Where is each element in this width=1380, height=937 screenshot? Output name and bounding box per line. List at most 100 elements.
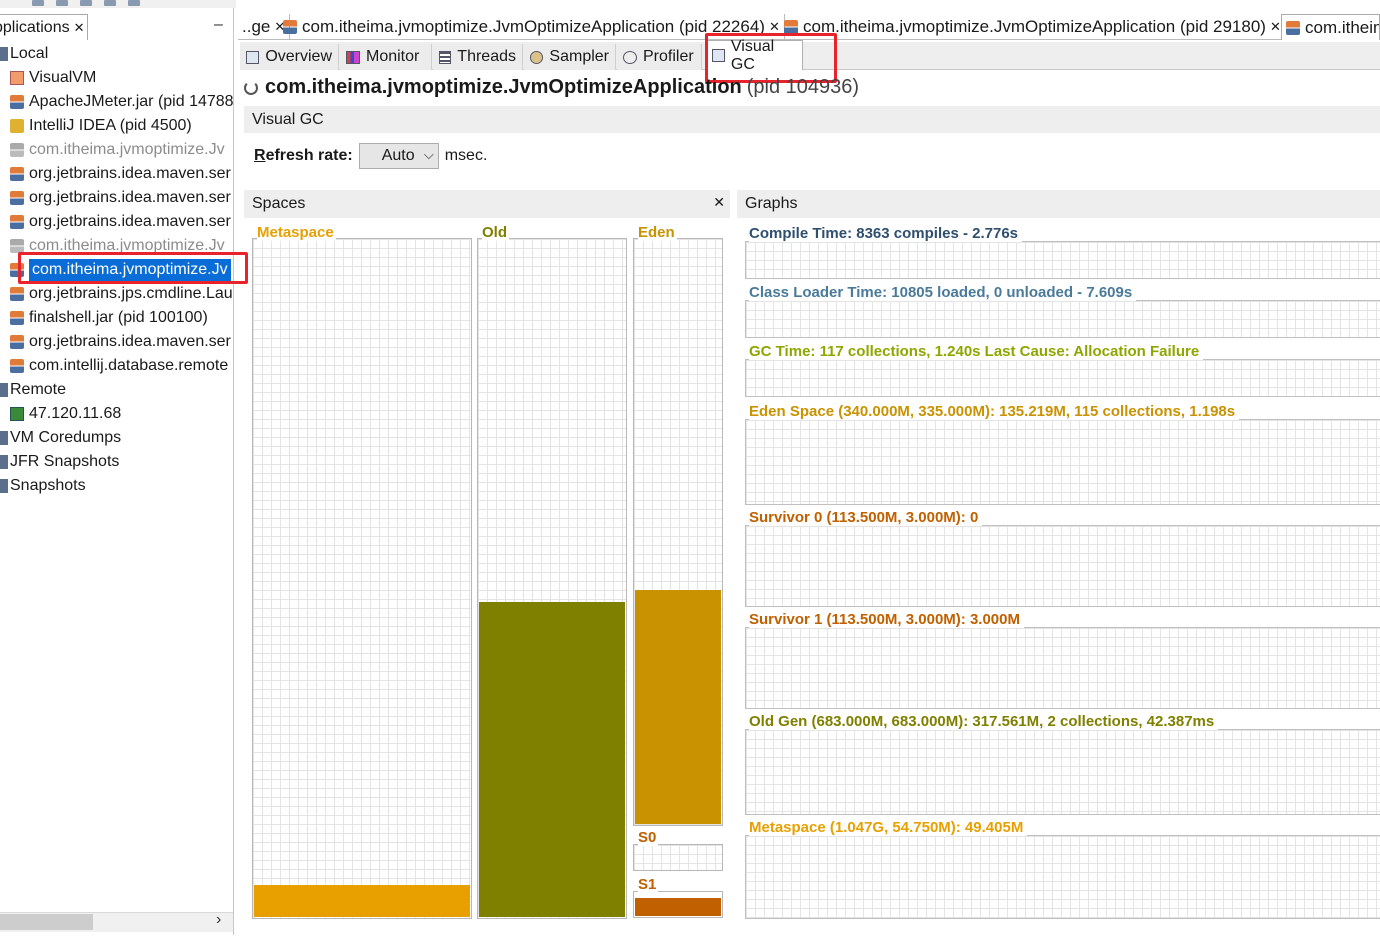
s0-label: S0 xyxy=(638,829,659,846)
applications-tree: Local VisualVM ApacheJMeter.jar (pid 147… xyxy=(0,42,233,912)
tree-node-process[interactable]: org.jetbrains.idea.maven.ser xyxy=(10,186,231,210)
doc-tab-label: ..ge xyxy=(242,17,271,36)
spaces-header: Spaces xyxy=(244,190,730,218)
folder-icon xyxy=(0,479,8,493)
tree-node-process[interactable]: ApacheJMeter.jar (pid 14788 xyxy=(10,90,233,114)
tree-label: org.jetbrains.idea.maven.ser xyxy=(29,213,231,230)
old-fill xyxy=(479,602,625,917)
metaspace-box xyxy=(252,238,472,919)
java-icon xyxy=(283,20,297,34)
sampler-icon xyxy=(530,50,544,64)
visual-gc-header: Visual GC xyxy=(244,106,1380,133)
minimize-icon[interactable]: – xyxy=(214,16,223,34)
graph-metaspace xyxy=(745,835,1380,919)
tree-label: 47.120.11.68 xyxy=(29,405,122,422)
close-icon[interactable]: ✕ xyxy=(1270,19,1281,35)
tree-label: org.jetbrains.idea.maven.ser xyxy=(29,165,231,182)
tree-label: finalshell.jar (pid 100100) xyxy=(29,309,208,326)
scrollbar-thumb[interactable] xyxy=(0,914,93,930)
doc-tab-active[interactable]: com.itheim xyxy=(1281,14,1380,40)
toolbar-compare-icon[interactable] xyxy=(128,0,140,6)
tree-node-coredumps[interactable]: VM Coredumps xyxy=(0,426,121,450)
refresh-label-text: efresh rate: xyxy=(265,147,353,164)
tree-node-jfr-snapshots[interactable]: JFR Snapshots xyxy=(0,450,119,474)
tree-node-remote[interactable]: Remote xyxy=(0,378,66,402)
refresh-rate-select[interactable]: Auto ⌵ xyxy=(358,143,439,169)
tab-threads[interactable]: Threads xyxy=(433,44,523,70)
graph-survivor-0 xyxy=(745,525,1380,607)
refresh-mnemonic: R xyxy=(254,147,266,164)
refresh-rate-label: Refresh rate: xyxy=(254,147,353,165)
refresh-rate-value: Auto xyxy=(381,147,415,164)
visual-gc-header-label: Visual GC xyxy=(252,110,324,128)
tree-node-process[interactable]: org.jetbrains.idea.maven.ser xyxy=(10,162,231,186)
tree-label: Local xyxy=(10,45,49,62)
graph-title: Survivor 0 (113.500M, 3.000M): 0 xyxy=(749,509,983,526)
tree-node-host[interactable]: 47.120.11.68 xyxy=(10,402,121,426)
java-icon xyxy=(784,20,798,34)
scroll-right-arrow-icon[interactable]: › xyxy=(216,911,221,929)
applications-tab[interactable]: pplications ✕ xyxy=(0,14,88,40)
loading-spinner-icon xyxy=(244,80,258,95)
java-icon xyxy=(10,335,24,349)
tab-sampler[interactable]: Sampler xyxy=(524,44,616,70)
tree-node-process[interactable]: IntelliJ IDEA (pid 4500) xyxy=(10,114,192,138)
tree-label: ApacheJMeter.jar (pid 14788 xyxy=(29,93,233,110)
toolbar-thread-dump-icon[interactable] xyxy=(80,0,92,6)
tree-node-process[interactable]: org.jetbrains.idea.maven.ser xyxy=(10,330,231,354)
java-icon xyxy=(10,215,24,229)
java-icon xyxy=(10,143,24,157)
tree-node-snapshots[interactable]: Snapshots xyxy=(0,474,86,498)
folder-icon xyxy=(0,455,8,469)
graphs-title: Graphs xyxy=(745,195,798,212)
graph-title: Compile Time: 8363 compiles - 2.776s xyxy=(749,225,1023,242)
eden-fill xyxy=(635,590,721,824)
intellij-icon xyxy=(10,119,24,133)
tree-label: com.intellij.database.remote xyxy=(29,357,229,374)
graph-title: GC Time: 117 collections, 1.240s Last Ca… xyxy=(749,343,1204,360)
toolbar-add-jmx-icon[interactable] xyxy=(32,0,44,6)
doc-tab-pid-29180[interactable]: com.itheima.jvmoptimize.JvmOptimizeAppli… xyxy=(780,14,1286,40)
tab-label: Monitor xyxy=(366,48,420,65)
eden-label: Eden xyxy=(638,224,677,241)
tree-node-process[interactable]: org.jetbrains.idea.maven.ser xyxy=(10,210,231,234)
close-icon[interactable]: ✕ xyxy=(713,194,725,211)
highlight-box-selected-process xyxy=(18,252,248,284)
toolbar-strip xyxy=(0,0,236,8)
overview-icon xyxy=(246,50,260,64)
folder-icon xyxy=(0,383,8,397)
monitor-icon xyxy=(346,50,360,64)
graph-title: Old Gen (683.000M, 683.000M): 317.561M, … xyxy=(749,713,1219,730)
tab-monitor[interactable]: Monitor xyxy=(340,44,432,70)
tree-node-process[interactable]: com.intellij.database.remote xyxy=(10,354,228,378)
graphs-header: Graphs xyxy=(737,190,1380,218)
toolbar-heap-dump-icon[interactable] xyxy=(56,0,68,6)
toolbar-snapshot-icon[interactable] xyxy=(104,0,116,6)
java-icon xyxy=(10,95,24,109)
refresh-unit: msec. xyxy=(444,147,488,164)
java-icon xyxy=(10,311,24,325)
tree-node-process[interactable]: com.itheima.jvmoptimize.Jv xyxy=(10,138,225,162)
tree-label: org.jetbrains.idea.maven.ser xyxy=(29,189,231,206)
tree-label: Snapshots xyxy=(10,477,86,494)
s1-label: S1 xyxy=(638,876,659,893)
graph-title: Eden Space (340.000M, 335.000M): 135.219… xyxy=(749,403,1240,420)
java-icon xyxy=(10,287,24,301)
tab-label: Sampler xyxy=(549,48,609,65)
tree-node-process[interactable]: finalshell.jar (pid 100100) xyxy=(10,306,208,330)
tab-overview[interactable]: Overview xyxy=(240,44,339,70)
visualvm-icon xyxy=(10,71,24,85)
app-name: com.itheima.jvmoptimize.JvmOptimizeAppli… xyxy=(265,76,742,98)
tab-profiler[interactable]: Profiler xyxy=(617,44,702,70)
tree-label: VisualVM xyxy=(29,69,97,86)
s1-fill xyxy=(635,898,721,916)
tree-node-local[interactable]: Local xyxy=(0,42,48,66)
close-icon[interactable]: ✕ xyxy=(74,20,85,36)
tree-node-visualvm[interactable]: VisualVM xyxy=(10,66,96,90)
doc-tab-label: com.itheima.jvmoptimize.JvmOptimizeAppli… xyxy=(302,17,765,36)
java-icon xyxy=(10,167,24,181)
spaces-title: Spaces xyxy=(252,195,306,212)
doc-tab-label: com.itheim xyxy=(1305,17,1380,37)
graph-title: Survivor 1 (113.500M, 3.000M): 3.000M xyxy=(749,611,1024,628)
tree-node-process[interactable]: org.jetbrains.jps.cmdline.Lau xyxy=(10,282,233,306)
